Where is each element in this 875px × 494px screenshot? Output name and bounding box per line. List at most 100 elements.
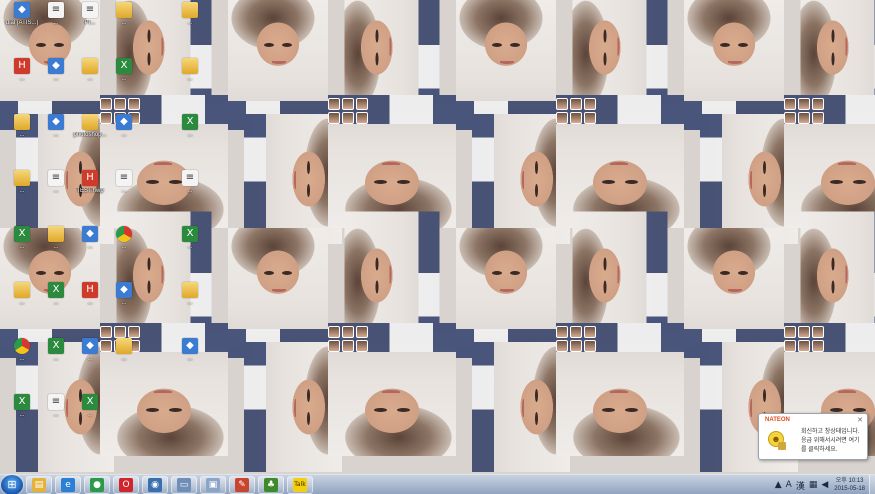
app-icon: ◆ — [14, 2, 30, 18]
desktop-shortcut[interactable]: ... — [104, 226, 144, 251]
taskbar-media-app-button[interactable]: ◉ — [142, 475, 168, 494]
notification-message[interactable]: 회신하고 창상태입니다. 응급 위해서시려면 여기를 클릭하세요. — [801, 428, 865, 455]
nateon-notification[interactable]: NATEON ✕ ☻ 회신하고 창상태입니다. 응급 위해서시려면 여기를 클릭… — [758, 413, 868, 460]
desktop-shortcut-label: ... — [187, 132, 193, 138]
desktop-shortcut[interactable]: ◆... — [104, 282, 144, 307]
volume-icon[interactable]: ◀ — [821, 480, 828, 490]
start-button[interactable]: ⊞ — [1, 474, 23, 494]
excel-icon: X — [14, 226, 30, 242]
excel-icon: X — [182, 114, 198, 130]
notepad-icon: ▭ — [177, 477, 191, 492]
app-icon: ◆ — [48, 114, 64, 130]
clock-date: 2015-05-18 — [834, 486, 865, 492]
desktop-shortcut[interactable]: ◆... — [104, 114, 144, 139]
desktop-shortcut[interactable]: ≡... — [104, 170, 144, 195]
excel-icon: X — [14, 394, 30, 410]
doc-icon: ≡ — [48, 394, 64, 410]
desktop-shortcut-label: ... — [121, 20, 127, 26]
desktop-shortcut-label: ... — [187, 188, 193, 194]
desktop-shortcut-label: ... — [187, 356, 193, 362]
clock-time: 오후 10:13 — [835, 478, 864, 484]
app-icon: ◆ — [116, 282, 132, 298]
desktop-shortcut-label: ... — [121, 300, 127, 306]
red-app-icon: H — [82, 282, 98, 298]
desktop-shortcut-label: ... — [187, 76, 193, 82]
red-app-icon: H — [14, 58, 30, 74]
desktop-shortcut-label: ... — [121, 188, 127, 194]
green-app-icon: ♣ — [264, 477, 278, 492]
tray-arrow-icon[interactable]: ▲ — [775, 480, 782, 490]
taskbar-folder-explorer-button[interactable]: ▤ — [26, 475, 52, 494]
desktop-shortcut[interactable]: X... — [70, 394, 110, 419]
red-app-icon: H — [82, 170, 98, 186]
app-icon: ◆ — [182, 338, 198, 354]
lock-icon — [778, 442, 786, 450]
folder-icon — [82, 58, 98, 74]
desktop-shortcut[interactable]: ... — [170, 58, 210, 83]
network-icon[interactable]: ▦ — [809, 480, 818, 490]
desktop-shortcut-label: ... — [187, 244, 193, 250]
taskbar-notepad-button[interactable]: ▭ — [171, 475, 197, 494]
taskbar-red-app-button[interactable]: ✎ — [229, 475, 255, 494]
folder-icon — [116, 2, 132, 18]
desktop-shortcut-label: ... — [121, 76, 127, 82]
taskbar-internet-explorer-button[interactable]: e — [55, 475, 81, 494]
app-icon: ◆ — [116, 114, 132, 130]
folder-icon — [182, 58, 198, 74]
desktop-shortcut[interactable]: ... — [104, 2, 144, 27]
doc-icon: ≡ — [48, 170, 64, 186]
red-app-icon: ✎ — [235, 477, 249, 492]
folder-icon — [182, 282, 198, 298]
folder-icon — [182, 2, 198, 18]
language-indicator[interactable]: A — [786, 480, 792, 490]
folder-icon — [14, 114, 30, 130]
folder-icon — [48, 226, 64, 242]
desktop-shortcut[interactable]: ≡... — [170, 170, 210, 195]
excel-icon: X — [48, 282, 64, 298]
folder-icon — [14, 170, 30, 186]
desktop-shortcut[interactable]: ◆... — [170, 338, 210, 363]
chrome-icon — [14, 338, 30, 354]
folder-icon — [116, 338, 132, 354]
folder-icon — [82, 114, 98, 130]
doc-icon: ≡ — [182, 170, 198, 186]
taskbar-chrome-button[interactable]: ● — [84, 475, 110, 494]
desktop-shortcut[interactable]: X... — [170, 226, 210, 251]
desktop-shortcut[interactable]: ... — [170, 2, 210, 27]
close-icon[interactable]: ✕ — [857, 416, 863, 424]
desktop-shortcut-label: ... — [121, 356, 127, 362]
folder-explorer-icon: ▤ — [32, 477, 46, 492]
doc-icon: ≡ — [82, 2, 98, 18]
app-icon: ◆ — [48, 58, 64, 74]
desktop-shortcut-label: ... — [121, 244, 127, 250]
opera-icon: O — [119, 477, 133, 492]
taskbar-kakaotalk-button[interactable]: Talk — [287, 475, 313, 494]
desktop-shortcut[interactable]: ... — [104, 338, 144, 363]
desktop-icon-area: ◆ dial [ATIS...] ≡... ≡ PI......... H... ◆....… — [0, 0, 875, 474]
doc-icon: ≡ — [48, 2, 64, 18]
desktop-shortcut[interactable]: ... — [170, 282, 210, 307]
media-app-icon: ◉ — [148, 477, 162, 492]
internet-explorer-icon: e — [61, 477, 75, 492]
pinned-apps: ▤ e ● O ◉ ▭ ▣ ✎ ♣ Talk — [23, 475, 313, 494]
chrome-icon — [116, 226, 132, 242]
excel-icon: X — [82, 394, 98, 410]
hanja-indicator[interactable]: 漢 — [796, 479, 805, 492]
taskbar-opera-button[interactable]: O — [113, 475, 139, 494]
taskbar-window-app-button[interactable]: ▣ — [200, 475, 226, 494]
desktop-shortcut[interactable]: X... — [104, 58, 144, 83]
system-tray: ▲ A 漢 ▦ ◀ 오후 10:13 2015-05-18 — [771, 475, 875, 494]
taskbar-green-app-button[interactable]: ♣ — [258, 475, 284, 494]
doc-icon: ≡ — [116, 170, 132, 186]
desktop-shortcut[interactable]: X... — [170, 114, 210, 139]
desktop-shortcut-label: ... — [87, 412, 93, 418]
app-icon: ◆ — [82, 226, 98, 242]
chrome-icon: ● — [90, 477, 104, 492]
window-app-icon: ▣ — [206, 477, 220, 492]
folder-icon — [14, 282, 30, 298]
taskbar: ⊞ ▤ e ● O ◉ ▭ ▣ ✎ ♣ Talk ▲ A 漢 ▦ ◀ 오후 10:13 2015-… — [0, 474, 875, 494]
excel-icon: X — [182, 226, 198, 242]
clock[interactable]: 오후 10:13 2015-05-18 — [834, 477, 865, 493]
show-desktop-button[interactable] — [869, 475, 875, 494]
desktop-shortcut-label: ... — [121, 132, 127, 138]
